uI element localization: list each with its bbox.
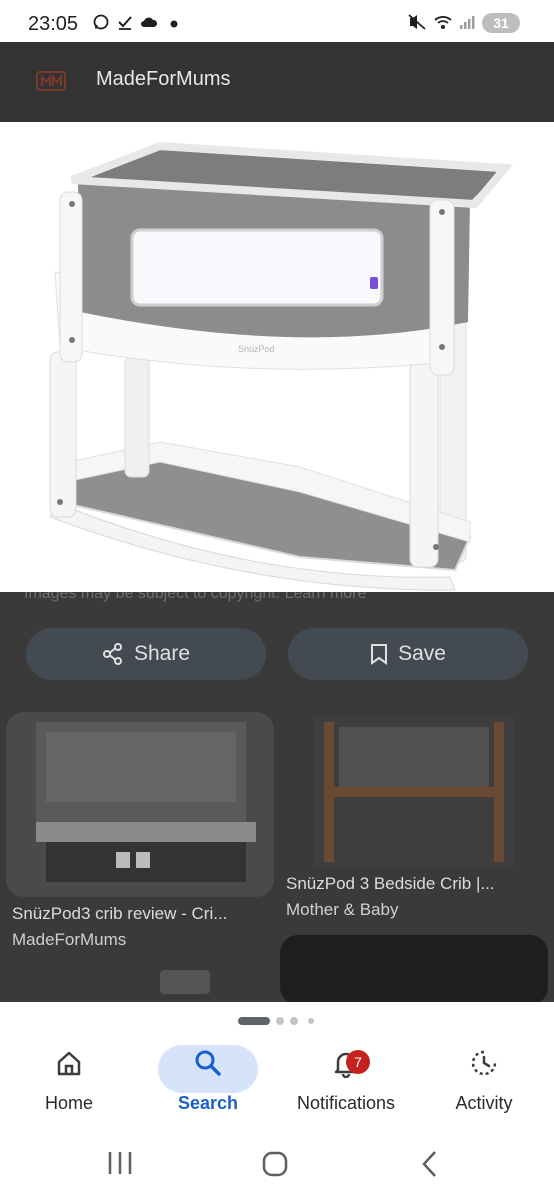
- nav-activity[interactable]: Activity: [424, 1048, 544, 1114]
- activity-icon: [471, 1050, 497, 1076]
- whatsapp-icon: [93, 14, 109, 30]
- save-button[interactable]: Save: [288, 628, 528, 680]
- nav-home-label: Home: [44, 1093, 93, 1113]
- notification-badge: 7: [346, 1050, 370, 1074]
- dot-icon: [170, 20, 178, 28]
- site-name[interactable]: MadeForMums: [96, 68, 230, 91]
- carousel-dot: [290, 1017, 298, 1025]
- home-icon: [57, 1051, 81, 1076]
- nav-notifications-label: Notifications: [296, 1093, 396, 1113]
- share-icon: [102, 643, 122, 665]
- result-source-1[interactable]: MadeForMums: [12, 930, 126, 950]
- carousel-dot: [308, 1018, 314, 1024]
- save-label: Save: [398, 642, 446, 665]
- check-download-icon: [118, 16, 132, 30]
- bedside-crib-image: SnüzPod: [49, 141, 514, 591]
- carousel-dot-active: [238, 1017, 270, 1025]
- result-thumbnail-1[interactable]: [6, 712, 274, 897]
- site-logo-icon: [36, 71, 66, 91]
- result-thumbnail-3[interactable]: [160, 970, 210, 994]
- nav-home[interactable]: Home: [9, 1048, 129, 1114]
- result-title-2[interactable]: SnüzPod 3 Bedside Crib |...: [286, 874, 495, 894]
- battery-indicator: 31: [482, 13, 520, 33]
- result-thumbnail-4[interactable]: [280, 935, 548, 1005]
- bookmark-icon: [371, 644, 388, 665]
- search-icon: [195, 1050, 221, 1076]
- result-thumbnail-2[interactable]: [284, 712, 548, 872]
- result-source-2[interactable]: Mother & Baby: [286, 900, 398, 920]
- nav-search[interactable]: Search: [148, 1048, 268, 1114]
- share-button[interactable]: Share: [26, 628, 266, 680]
- result-title-1[interactable]: SnüzPod3 crib review - Cri...: [12, 904, 227, 924]
- cloud-icon: [141, 17, 158, 27]
- nav-activity-label: Activity: [455, 1093, 513, 1113]
- mute-icon: [408, 14, 426, 30]
- recent-apps-button[interactable]: [106, 1150, 134, 1176]
- wooden-crib-thumbnail-image: [314, 717, 514, 867]
- crib-thumbnail-image: [36, 722, 256, 882]
- product-image[interactable]: SnüzPod: [0, 122, 554, 592]
- share-label: Share: [133, 642, 191, 665]
- crib-brand-text: SnüzPod: [238, 344, 275, 354]
- nav-search-label: Search: [177, 1093, 239, 1113]
- copyright-notice[interactable]: Images may be subject to copyright. Lear…: [24, 592, 366, 606]
- home-button[interactable]: [261, 1150, 289, 1178]
- carousel-dot: [276, 1017, 284, 1025]
- wifi-icon: [434, 16, 452, 29]
- signal-icon: [460, 16, 475, 29]
- status-time: 23:05: [28, 13, 79, 35]
- page-header: [0, 42, 554, 122]
- back-button[interactable]: [420, 1150, 440, 1178]
